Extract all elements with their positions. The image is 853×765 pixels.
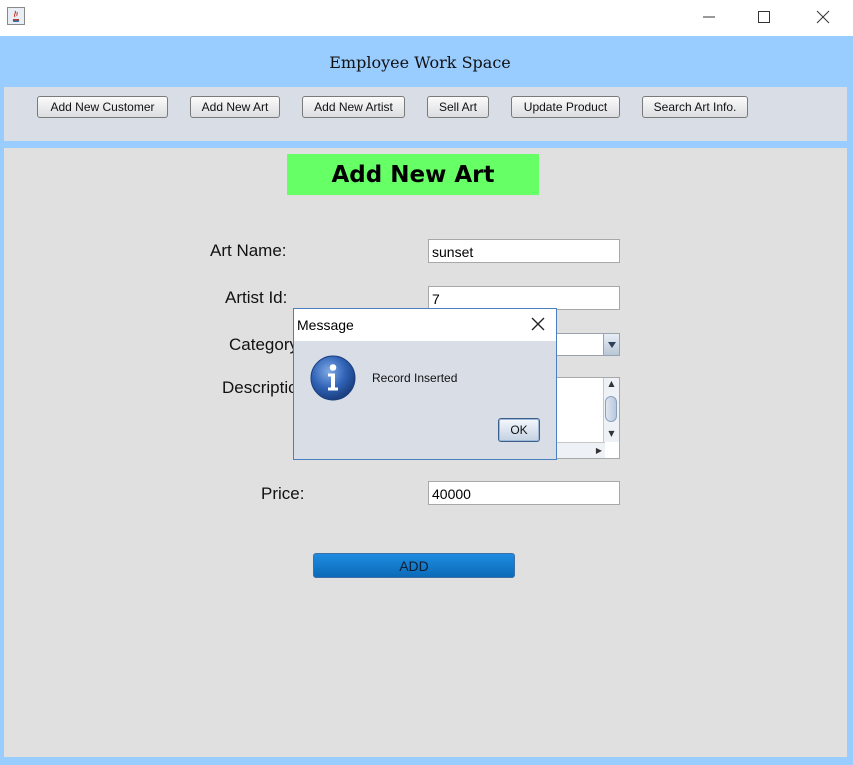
dialog-message: Record Inserted [372,371,458,385]
info-icon [310,355,356,401]
toolbar: Add New Customer Add New Art Add New Art… [4,87,847,141]
add-button[interactable]: ADD [313,553,515,578]
form-title: Add New Art [287,154,539,195]
scroll-up-icon[interactable]: ▲ [604,378,619,390]
scroll-right-icon[interactable]: ▶ [593,443,605,458]
close-icon[interactable] [530,316,546,332]
price-label: Price: [261,484,305,503]
window-title-bar [0,0,853,36]
minimize-icon[interactable] [686,0,732,34]
artist-id-field[interactable]: 7 [428,286,620,310]
category-label: Category: [229,335,303,354]
chevron-down-icon[interactable] [603,334,619,355]
add-new-art-button[interactable]: Add New Art [190,96,280,118]
java-icon[interactable] [7,7,25,25]
sell-art-button[interactable]: Sell Art [427,96,489,118]
update-product-button[interactable]: Update Product [511,96,620,118]
page-title: Employee Work Space [329,53,511,72]
add-new-customer-button[interactable]: Add New Customer [37,96,168,118]
price-field[interactable]: 40000 [428,481,620,505]
add-new-artist-button[interactable]: Add New Artist [302,96,405,118]
ok-button[interactable]: OK [498,418,540,442]
art-name-label: Art Name: [210,241,287,260]
maximize-icon[interactable] [741,0,787,34]
art-name-field[interactable]: sunset [428,239,620,263]
message-dialog: Message Record Inserted OK [293,308,557,460]
search-art-info-button[interactable]: Search Art Info. [642,96,748,118]
scroll-down-icon[interactable]: ▼ [604,428,619,440]
close-icon[interactable] [800,0,846,34]
scroll-thumb[interactable] [605,396,617,422]
dialog-title-bar: Message [294,309,556,341]
vertical-scrollbar[interactable]: ▲ ▼ [603,378,619,442]
dialog-title: Message [297,317,354,333]
artist-id-label: Artist Id: [225,288,288,307]
